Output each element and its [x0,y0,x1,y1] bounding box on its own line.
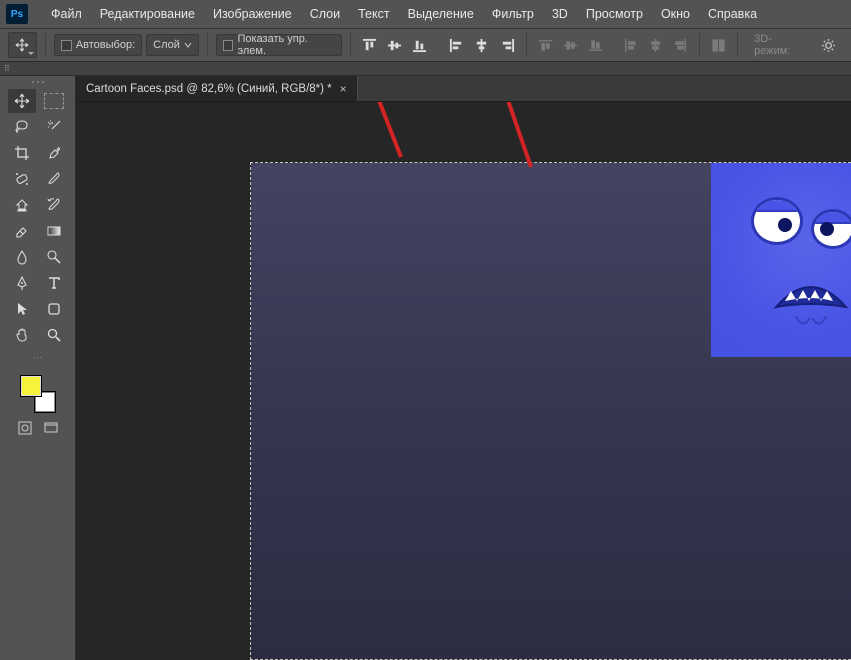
toolbox-grip-icon[interactable] [30,80,46,86]
align-right-button[interactable] [496,34,517,56]
work-area: ⋯ Cartoon Faces.psd @ 82,6% (Синий, RGB/… [0,76,851,660]
history-brush-tool[interactable] [40,193,68,217]
checkbox-icon [61,40,72,51]
annotation-arrow-2 [491,102,541,175]
foreground-color-swatch[interactable] [20,375,42,397]
autoselect-label: Автовыбор: [76,39,135,51]
dodge-tool[interactable] [40,245,68,269]
collapsed-panel-strip[interactable]: ⠿ [0,62,851,76]
separator [526,33,527,57]
menu-text[interactable]: Текст [349,7,398,21]
toolbox-more-icon[interactable]: ⋯ [33,352,42,363]
face-chin [791,315,831,331]
document-tab[interactable]: Cartoon Faces.psd @ 82,6% (Синий, RGB/8*… [76,76,358,101]
options-bar: Автовыбор: Слой Показать упр. элем. 3D-р… [0,28,851,62]
path-select-tool[interactable] [8,297,36,321]
type-tool[interactable] [40,271,68,295]
move-tool[interactable] [8,89,36,113]
align-bottom-button[interactable] [409,34,430,56]
document-tab-bar: Cartoon Faces.psd @ 82,6% (Синий, RGB/8*… [76,76,851,102]
show-transform-checkbox[interactable]: Показать упр. элем. [216,34,342,56]
cartoon-face-layer [711,163,851,357]
eyedropper-tool[interactable] [40,141,68,165]
auto-align-button[interactable] [708,34,729,56]
checkbox-icon [223,40,234,51]
grip-icon: ⠿ [4,64,11,73]
separator [350,33,351,57]
separator [45,33,46,57]
menu-image[interactable]: Изображение [204,7,301,21]
app-logo: Ps [6,4,28,24]
show-transform-label: Показать упр. элем. [237,33,335,57]
marquee-tool[interactable] [40,89,68,113]
hand-tool[interactable] [8,323,36,347]
face-eye-right [811,209,851,249]
align-left-button[interactable] [446,34,467,56]
annotation-arrow-1 [361,102,411,165]
shape-tool[interactable] [40,297,68,321]
menu-edit[interactable]: Редактирование [91,7,204,21]
options-gear-button[interactable] [818,34,839,56]
close-tab-icon[interactable]: × [340,82,347,96]
current-tool-indicator[interactable] [8,32,37,58]
autoselect-checkbox[interactable]: Автовыбор: [54,34,142,56]
pen-tool[interactable] [8,271,36,295]
distribute-vcenter-button[interactable] [560,34,581,56]
menu-select[interactable]: Выделение [399,7,483,21]
align-top-button[interactable] [359,34,380,56]
separator [699,33,700,57]
brush-tool[interactable] [40,167,68,191]
menu-filter[interactable]: Фильтр [483,7,543,21]
mode-3d-label: 3D-режим: [746,31,814,59]
document-area: Cartoon Faces.psd @ 82,6% (Синий, RGB/8*… [76,76,851,660]
screenmode-toggle[interactable] [44,421,58,435]
dropdown-value: Слой [153,39,180,51]
color-swatches[interactable] [18,375,58,413]
quickmask-toggle[interactable] [18,421,32,435]
eraser-tool[interactable] [8,219,36,243]
spot-heal-tool[interactable] [8,167,36,191]
selection-marquee [250,162,851,660]
menu-file[interactable]: Файл [42,7,91,21]
gradient-tool[interactable] [40,219,68,243]
menu-window[interactable]: Окно [652,7,699,21]
crop-tool[interactable] [8,141,36,165]
canvas[interactable] [76,102,851,660]
face-mouth [771,279,851,315]
magic-wand-tool[interactable] [40,115,68,139]
distribute-hcenter-button[interactable] [645,34,666,56]
separator [207,33,208,57]
separator [737,33,738,57]
menu-help[interactable]: Справка [699,7,766,21]
distribute-left-button[interactable] [620,34,641,56]
menu-bar: Ps Файл Редактирование Изображение Слои … [0,0,851,28]
align-vcenter-button[interactable] [384,34,405,56]
distribute-bottom-button[interactable] [585,34,606,56]
menu-view[interactable]: Просмотр [577,7,652,21]
lasso-tool[interactable] [8,115,36,139]
menu-3d[interactable]: 3D [543,7,577,21]
autoselect-target-dropdown[interactable]: Слой [146,34,199,56]
blur-tool[interactable] [8,245,36,269]
toolbox: ⋯ [0,76,76,660]
document-tab-title: Cartoon Faces.psd @ 82,6% (Синий, RGB/8*… [86,83,332,95]
align-hcenter-button[interactable] [471,34,492,56]
face-eye-left [751,197,803,245]
clone-stamp-tool[interactable] [8,193,36,217]
menu-layers[interactable]: Слои [301,7,349,21]
distribute-top-button[interactable] [535,34,556,56]
distribute-right-button[interactable] [670,34,691,56]
zoom-tool[interactable] [40,323,68,347]
